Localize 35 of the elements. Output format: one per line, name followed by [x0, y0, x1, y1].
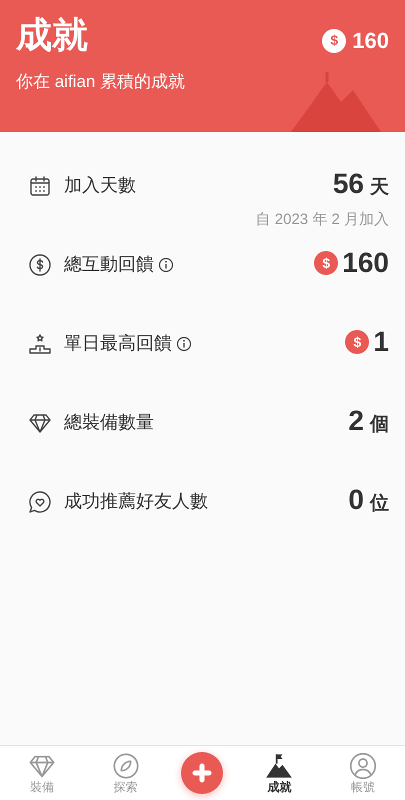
page-title: 成就 [16, 13, 88, 57]
stat-value: 2 [348, 407, 364, 435]
add-button[interactable] [181, 752, 224, 794]
plus-icon [192, 763, 212, 783]
calendar-icon [28, 174, 52, 198]
nav-tab[interactable]: 探索 [98, 752, 154, 794]
stat-label: 總裝備數量 [64, 411, 154, 434]
stat-label: 總互動回饋 [64, 253, 154, 276]
compass-icon [112, 752, 140, 780]
stat-value: 160 [342, 249, 389, 277]
coin-icon: $ [322, 28, 346, 52]
user-icon [349, 752, 378, 780]
info-icon[interactable] [176, 336, 192, 352]
stat-value: 0 [348, 486, 364, 514]
stat-value: 56 [332, 170, 364, 198]
stat-label: 加入天數 [64, 174, 136, 197]
coin-icon: $ [314, 251, 338, 275]
stat-value: 1 [373, 328, 389, 356]
coin-balance: 160 [352, 27, 389, 55]
stat-label: 單日最高回饋 [64, 332, 172, 355]
heart-chat-icon [28, 490, 52, 514]
stat-unit: 天 [370, 176, 389, 200]
coin-icon: $ [345, 330, 370, 354]
stat-label: 成功推薦好友人數 [64, 490, 208, 513]
nav-tab[interactable]: 成就 [251, 752, 308, 794]
nav-tab[interactable]: 裝備 [14, 752, 70, 794]
nav-tab[interactable]: 帳號 [335, 752, 392, 794]
dollar-circle-icon [28, 252, 52, 276]
join-date: 自 2023 年 2 月加入 [256, 210, 389, 230]
page-subtitle: 你在 aifian 累積的成就 [16, 71, 186, 93]
mountain-flag-icon [265, 752, 294, 780]
info-icon[interactable] [158, 256, 174, 272]
stat-unit: 個 [370, 413, 389, 437]
stat-unit: 位 [370, 492, 389, 516]
podium-icon [28, 332, 52, 356]
